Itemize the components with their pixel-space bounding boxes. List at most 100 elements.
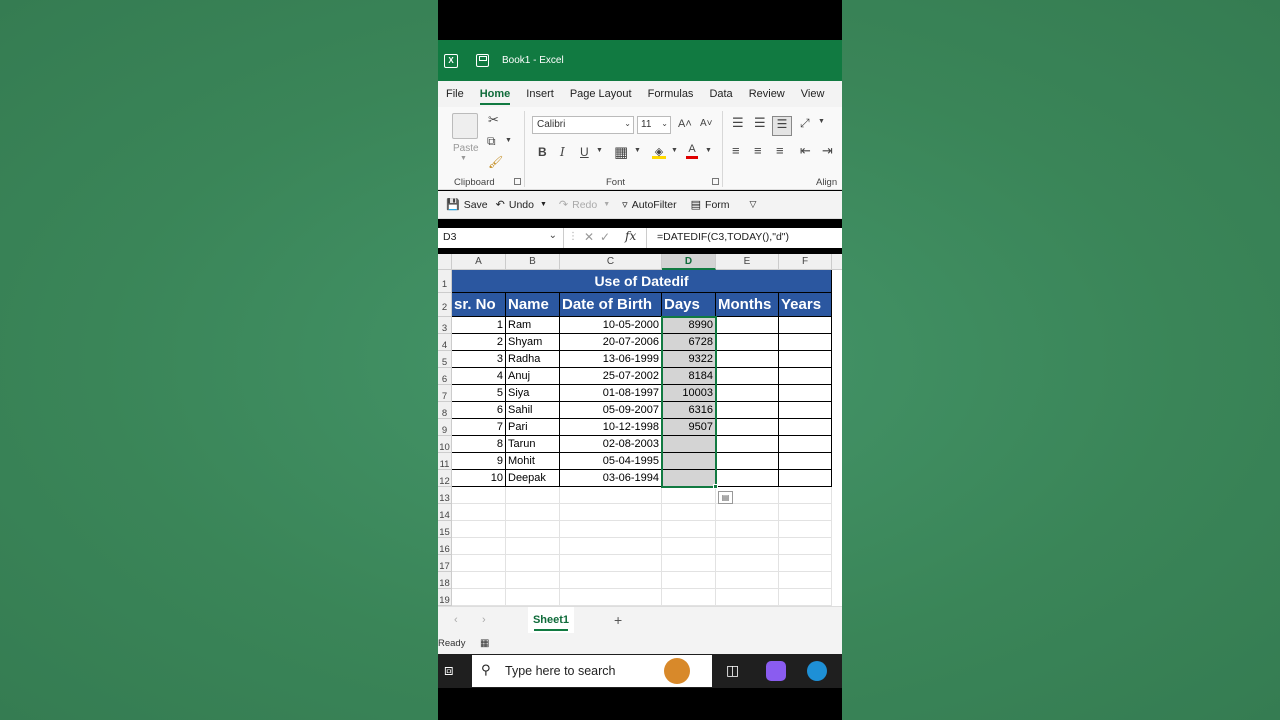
empty-cell[interactable]: [560, 487, 662, 504]
row-header-12[interactable]: 12: [438, 470, 452, 487]
align-top-icon[interactable]: ☰: [732, 115, 744, 131]
scroll-left-icon[interactable]: ‹: [454, 614, 458, 626]
row-header-15[interactable]: 15: [438, 521, 452, 538]
table-cell[interactable]: 20-07-2006: [560, 334, 662, 351]
empty-cell[interactable]: [506, 555, 560, 572]
empty-cell[interactable]: [560, 589, 662, 606]
table-cell[interactable]: 5: [452, 385, 506, 402]
column-header-f[interactable]: F: [779, 254, 832, 270]
empty-cell[interactable]: [779, 504, 832, 521]
row-header-14[interactable]: 14: [438, 504, 452, 521]
table-cell[interactable]: 01-08-1997: [560, 385, 662, 402]
empty-cell[interactable]: [779, 538, 832, 555]
row-header-11[interactable]: 11: [438, 453, 452, 470]
empty-cell[interactable]: [560, 555, 662, 572]
empty-cell[interactable]: [506, 504, 560, 521]
table-cell[interactable]: 1: [452, 317, 506, 334]
table-cell[interactable]: 03-06-1994: [560, 470, 662, 487]
scroll-right-icon[interactable]: ›: [482, 614, 486, 626]
accessibility-icon[interactable]: ▦: [480, 638, 489, 649]
column-header-a[interactable]: A: [452, 254, 506, 270]
task-view-icon[interactable]: ◫: [726, 662, 739, 679]
qat-form-button[interactable]: ▤ Form: [691, 198, 730, 212]
table-cell[interactable]: [716, 351, 779, 368]
quick-analysis-icon[interactable]: ▤: [718, 491, 733, 504]
add-sheet-button[interactable]: +: [614, 612, 622, 628]
empty-cell[interactable]: [560, 572, 662, 589]
row-header-2[interactable]: 2: [438, 293, 452, 317]
table-cell[interactable]: [716, 402, 779, 419]
table-cell[interactable]: [716, 436, 779, 453]
bold-button[interactable]: B: [538, 145, 547, 159]
empty-cell[interactable]: [716, 589, 779, 606]
empty-cell[interactable]: [779, 572, 832, 589]
table-cell[interactable]: [662, 470, 716, 487]
borders-icon[interactable]: ▦: [614, 143, 628, 161]
table-cell[interactable]: [779, 470, 832, 487]
table-cell[interactable]: [662, 436, 716, 453]
paste-button[interactable]: Paste: [453, 143, 479, 154]
table-cell[interactable]: [779, 385, 832, 402]
empty-cell[interactable]: [506, 538, 560, 555]
empty-cell[interactable]: [662, 572, 716, 589]
table-cell[interactable]: 10-12-1998: [560, 419, 662, 436]
table-cell[interactable]: 7: [452, 419, 506, 436]
table-cell[interactable]: [779, 453, 832, 470]
table-cell[interactable]: [779, 402, 832, 419]
format-painter-icon[interactable]: 🖌: [488, 155, 503, 169]
empty-cell[interactable]: [560, 504, 662, 521]
empty-cell[interactable]: [716, 572, 779, 589]
empty-cell[interactable]: [662, 555, 716, 572]
empty-cell[interactable]: [716, 538, 779, 555]
table-cell[interactable]: [779, 334, 832, 351]
empty-cell[interactable]: [506, 589, 560, 606]
row-header-8[interactable]: 8: [438, 402, 452, 419]
decrease-font-icon[interactable]: A˅: [700, 118, 713, 129]
empty-cell[interactable]: [452, 504, 506, 521]
row-header-9[interactable]: 9: [438, 419, 452, 436]
qat-redo-button[interactable]: ↷ Redo ▼: [559, 198, 614, 212]
tab-insert[interactable]: Insert: [518, 81, 562, 107]
table-cell[interactable]: [716, 385, 779, 402]
taskbar-search-box[interactable]: ⚲ Type here to search: [472, 655, 712, 687]
decrease-indent-icon[interactable]: ⇤: [800, 143, 811, 159]
empty-cell[interactable]: [716, 504, 779, 521]
tab-file[interactable]: File: [438, 81, 472, 107]
table-cell[interactable]: 10003: [662, 385, 716, 402]
row-header-1[interactable]: 1: [438, 270, 452, 293]
empty-cell[interactable]: [662, 521, 716, 538]
table-cell[interactable]: 25-07-2002: [560, 368, 662, 385]
table-cell[interactable]: 9507: [662, 419, 716, 436]
empty-cell[interactable]: [560, 521, 662, 538]
table-cell[interactable]: Mohit: [506, 453, 560, 470]
font-size-select[interactable]: 11 ⌄: [637, 116, 671, 134]
table-cell[interactable]: 2: [452, 334, 506, 351]
increase-indent-icon[interactable]: ⇥: [822, 143, 833, 159]
align-left-icon[interactable]: ≡: [732, 143, 740, 158]
empty-cell[interactable]: [662, 538, 716, 555]
table-cell[interactable]: [779, 436, 832, 453]
empty-cell[interactable]: [452, 487, 506, 504]
tab-home[interactable]: Home: [472, 81, 519, 107]
empty-cell[interactable]: [452, 572, 506, 589]
paste-dropdown-icon[interactable]: ▼: [460, 155, 467, 162]
table-cell[interactable]: Ram: [506, 317, 560, 334]
table-cell[interactable]: Siya: [506, 385, 560, 402]
empty-cell[interactable]: [452, 538, 506, 555]
table-cell[interactable]: 13-06-1999: [560, 351, 662, 368]
empty-cell[interactable]: [662, 589, 716, 606]
row-header-7[interactable]: 7: [438, 385, 452, 402]
qat-customize-icon[interactable]: ▽: [750, 199, 757, 210]
table-cell[interactable]: [716, 334, 779, 351]
table-cell[interactable]: 6: [452, 402, 506, 419]
column-header-e[interactable]: E: [716, 254, 779, 270]
column-header-c[interactable]: C: [560, 254, 662, 270]
underline-button[interactable]: U: [580, 145, 589, 159]
tab-review[interactable]: Review: [741, 81, 793, 107]
table-cell[interactable]: 3: [452, 351, 506, 368]
empty-cell[interactable]: [662, 487, 716, 504]
table-cell[interactable]: 10-05-2000: [560, 317, 662, 334]
empty-cell[interactable]: [779, 521, 832, 538]
font-name-select[interactable]: Calibri ⌄: [532, 116, 634, 134]
fill-color-icon[interactable]: ◈: [652, 145, 666, 159]
